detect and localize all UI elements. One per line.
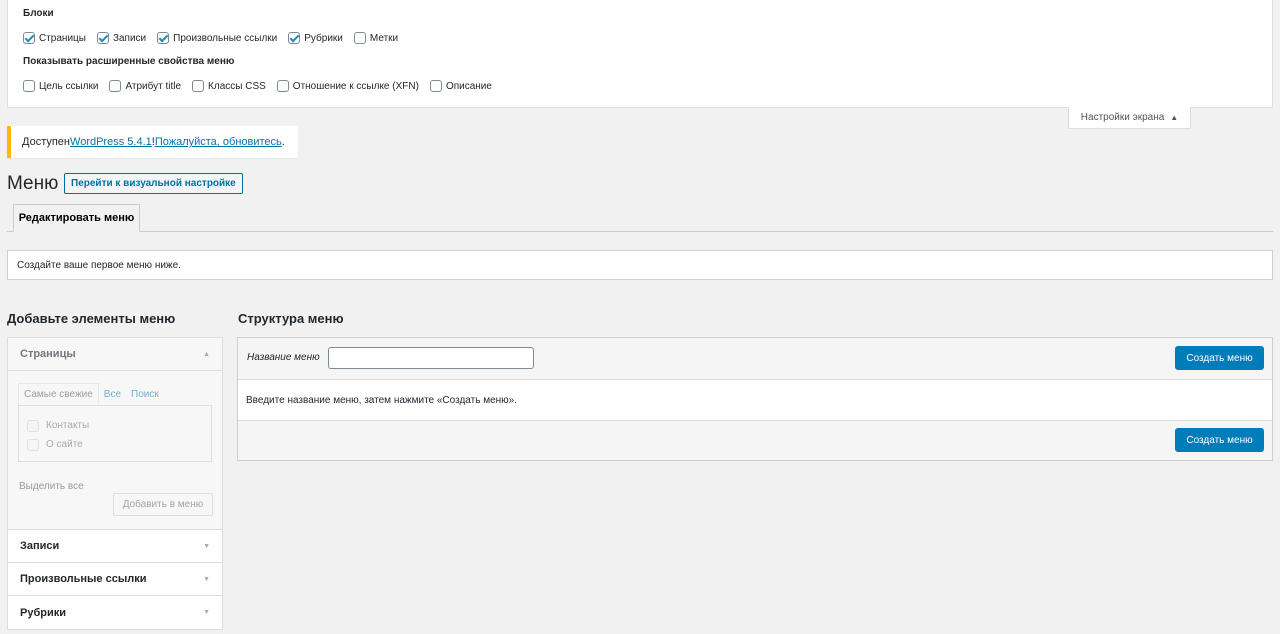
checkbox-css-classes[interactable]: Классы CSS (192, 80, 266, 92)
checkbox-description[interactable]: Описание (429, 80, 492, 92)
update-notice-prefix: Доступен (22, 136, 71, 148)
page-item-checkbox[interactable] (27, 419, 39, 432)
checkbox-link-target-box[interactable] (23, 80, 35, 92)
advanced-checkboxes: Цель ссылки Атрибут title Классы CSS Отн… (23, 74, 1257, 98)
add-items-heading: Добавьте элементы меню (7, 311, 176, 326)
accordion-custom-links-label: Произвольные ссылки (20, 573, 147, 585)
accordion-posts-header[interactable]: Записи ▼ (8, 530, 222, 563)
checkbox-description-box[interactable] (429, 80, 442, 92)
checkbox-link-target-label: Цель ссылки (39, 80, 99, 92)
tab-most-recent[interactable]: Самые свежие (18, 383, 99, 405)
tab-edit-menus[interactable]: Редактировать меню (13, 204, 140, 232)
pages-inner-tabs: Самые свежие Все Поиск (18, 383, 212, 405)
menu-structure-box: Название меню Создать меню Введите назва… (237, 337, 1273, 461)
create-menu-button-bottom[interactable]: Создать меню (1175, 428, 1264, 452)
checkbox-categories-label: Рубрики (304, 32, 343, 44)
menu-instruction-text: Введите название меню, затем нажмите «Со… (246, 394, 518, 406)
advanced-heading: Показывать расширенные свойства меню (23, 56, 235, 67)
checkbox-posts-box[interactable] (96, 32, 109, 44)
info-notice-text: Создайте ваше первое меню ниже. (17, 259, 181, 271)
checkbox-categories-box[interactable] (288, 32, 301, 44)
checkbox-description-label: Описание (445, 80, 492, 92)
checkbox-posts-label: Записи (112, 32, 147, 44)
checkbox-posts[interactable]: Записи (96, 32, 147, 44)
checkbox-custom-links[interactable]: Произвольные ссылки (157, 32, 277, 44)
wordpress-version-link[interactable]: WordPress 5.4.1 (70, 136, 152, 148)
select-all-link[interactable]: Выделить все (19, 481, 84, 492)
accordion-categories-label: Рубрики (20, 606, 66, 619)
checkbox-xfn[interactable]: Отношение к ссылке (XFN) (276, 80, 419, 92)
tab-search[interactable]: Поиск (126, 383, 164, 405)
checkbox-xfn-box[interactable] (276, 80, 289, 92)
menu-name-input[interactable] (328, 347, 534, 369)
checkbox-custom-links-label: Произвольные ссылки (173, 32, 278, 44)
blocks-heading: Блоки (23, 8, 54, 19)
accordion-posts-label: Записи (20, 540, 60, 552)
caret-down-icon: ▼ (203, 575, 210, 583)
menu-structure-header: Название меню Создать меню (238, 338, 1272, 380)
checkbox-pages-box[interactable] (23, 32, 35, 44)
tabs-divider (7, 231, 1273, 232)
checkbox-xfn-label: Отношение к ссылке (XFN) (292, 80, 419, 92)
update-link[interactable]: Пожалуйста, обновитесь (155, 136, 282, 148)
page-title: Меню (7, 173, 59, 194)
page-item-label: Контакты (46, 420, 90, 431)
checkbox-tags-label: Метки (369, 32, 399, 44)
menu-name-label: Название меню (247, 352, 320, 363)
screen-options-panel: Блоки Страницы Записи Произвольные ссылк… (7, 0, 1273, 108)
tab-view-all[interactable]: Все (99, 383, 126, 405)
add-to-menu-button[interactable]: Добавить в меню (113, 493, 213, 516)
accordion-pages-body: Самые свежие Все Поиск Контакты О сайте … (8, 371, 222, 530)
checkbox-pages[interactable]: Страницы (23, 32, 86, 44)
accordion-categories-header[interactable]: Рубрики ▼ (8, 596, 222, 629)
pages-list-panel: Контакты О сайте (18, 405, 212, 462)
list-item[interactable]: Контакты (27, 416, 203, 435)
checkbox-link-target[interactable]: Цель ссылки (23, 80, 98, 92)
accordion-pages-header[interactable]: Страницы ▲ (8, 338, 222, 371)
caret-down-icon: ▼ (203, 542, 210, 550)
checkbox-categories[interactable]: Рубрики (288, 32, 343, 44)
menu-structure-heading: Структура меню (238, 311, 344, 326)
accordion-pages-label: Страницы (20, 348, 76, 360)
update-notice: Доступен WordPress 5.4.1 ! Пожалуйста, о… (7, 126, 298, 158)
menu-structure-body: Введите название меню, затем нажмите «Со… (238, 380, 1272, 420)
customizer-button[interactable]: Перейти к визуальной настройке (64, 173, 243, 194)
checkbox-tags[interactable]: Метки (353, 32, 399, 44)
page-item-label: О сайте (46, 439, 83, 450)
accordion-custom-links-header[interactable]: Произвольные ссылки ▼ (8, 563, 222, 596)
caret-up-icon: ▲ (203, 350, 210, 358)
checkbox-tags-box[interactable] (353, 32, 366, 44)
screen-options-toggle-label: Настройки экрана (1080, 112, 1165, 123)
blocks-checkboxes: Страницы Записи Произвольные ссылки Рубр… (23, 26, 1257, 50)
page-item-checkbox[interactable] (27, 438, 39, 451)
info-notice: Создайте ваше первое меню ниже. (7, 250, 1273, 280)
checkbox-title-attribute[interactable]: Атрибут title (109, 80, 181, 92)
caret-up-icon: ▲ (1170, 113, 1179, 122)
screen-options-toggle[interactable]: Настройки экрана ▲ (1068, 107, 1191, 129)
create-menu-button-top[interactable]: Создать меню (1175, 346, 1264, 370)
caret-down-icon: ▼ (203, 609, 210, 616)
checkbox-custom-links-box[interactable] (157, 32, 170, 44)
list-item[interactable]: О сайте (27, 435, 203, 454)
checkbox-title-attribute-label: Атрибут title (125, 80, 182, 92)
checkbox-pages-label: Страницы (39, 32, 86, 44)
add-items-accordion: Страницы ▲ Самые свежие Все Поиск Контак… (7, 337, 223, 630)
checkbox-css-classes-box[interactable] (192, 80, 205, 92)
checkbox-title-attribute-box[interactable] (109, 80, 122, 92)
checkbox-css-classes-label: Классы CSS (208, 80, 266, 92)
update-notice-suffix: . (281, 136, 285, 148)
menu-structure-footer: Создать меню (238, 420, 1272, 460)
